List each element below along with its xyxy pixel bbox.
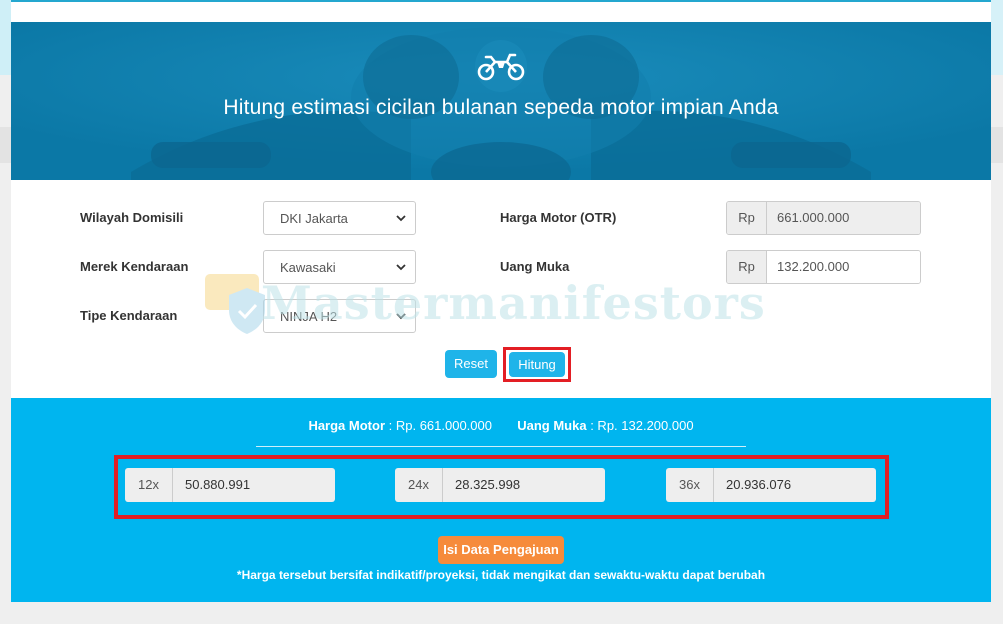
credit-simulator-card: Hitung estimasi cicilan bulanan sepeda m…	[11, 22, 991, 602]
hero-title: Hitung estimasi cicilan bulanan sepeda m…	[223, 96, 779, 119]
calculate-button[interactable]: Hitung	[509, 352, 565, 377]
installment-amount: 28.325.998	[443, 468, 605, 502]
price-field[interactable]: Rp 661.000.000	[726, 201, 921, 235]
left-decoration	[0, 0, 11, 75]
region-label: Wilayah Domisili	[80, 210, 184, 225]
price-currency-addon: Rp	[727, 202, 767, 234]
installment-term: 12x	[125, 468, 173, 502]
watermark-text: Mastermanifestors	[261, 276, 766, 330]
region-select[interactable]: DKI Jakarta	[263, 201, 416, 235]
type-label: Tipe Kendaraan	[80, 308, 178, 323]
top-strip	[0, 0, 1003, 22]
summary-dp-value: : Rp. 132.200.000	[590, 418, 694, 433]
result-panel: Harga Motor : Rp. 661.000.000 Uang Muka …	[11, 398, 991, 602]
price-label: Harga Motor (OTR)	[500, 210, 617, 225]
installment-12-field: 12x 50.880.991	[125, 468, 335, 502]
brand-label: Merek Kendaraan	[80, 259, 189, 274]
installment-24-field: 24x 28.325.998	[395, 468, 605, 502]
installment-amount: 20.936.076	[714, 468, 876, 502]
summary-dp-label: Uang Muka	[517, 418, 587, 433]
hero-banner: Hitung estimasi cicilan bulanan sepeda m…	[11, 22, 991, 180]
installment-term: 24x	[395, 468, 443, 502]
installment-36-field: 36x 20.936.076	[666, 468, 876, 502]
apply-button[interactable]: Isi Data Pengajuan	[438, 536, 564, 564]
disclaimer-note: *Harga tersebut bersifat indikatif/proye…	[236, 568, 766, 582]
summary-price-label: Harga Motor	[308, 418, 385, 433]
price-value: 661.000.000	[767, 202, 920, 234]
watermark: Mastermanifestors	[201, 272, 821, 342]
chevron-down-icon	[396, 215, 406, 222]
top-accent-line	[11, 0, 991, 2]
installment-amount: 50.880.991	[173, 468, 335, 502]
motorcycle-icon	[475, 40, 527, 92]
right-decoration	[991, 0, 1003, 75]
chevron-down-icon	[396, 264, 406, 271]
summary-divider	[256, 446, 746, 447]
calculator-form: Wilayah Domisili DKI Jakarta Merek Kenda…	[11, 180, 991, 398]
summary-price-value: : Rp. 661.000.000	[388, 418, 492, 433]
result-summary: Harga Motor : Rp. 661.000.000 Uang Muka …	[11, 418, 991, 433]
installment-term: 36x	[666, 468, 714, 502]
region-select-value: DKI Jakarta	[280, 211, 348, 226]
reset-button[interactable]: Reset	[445, 350, 497, 378]
